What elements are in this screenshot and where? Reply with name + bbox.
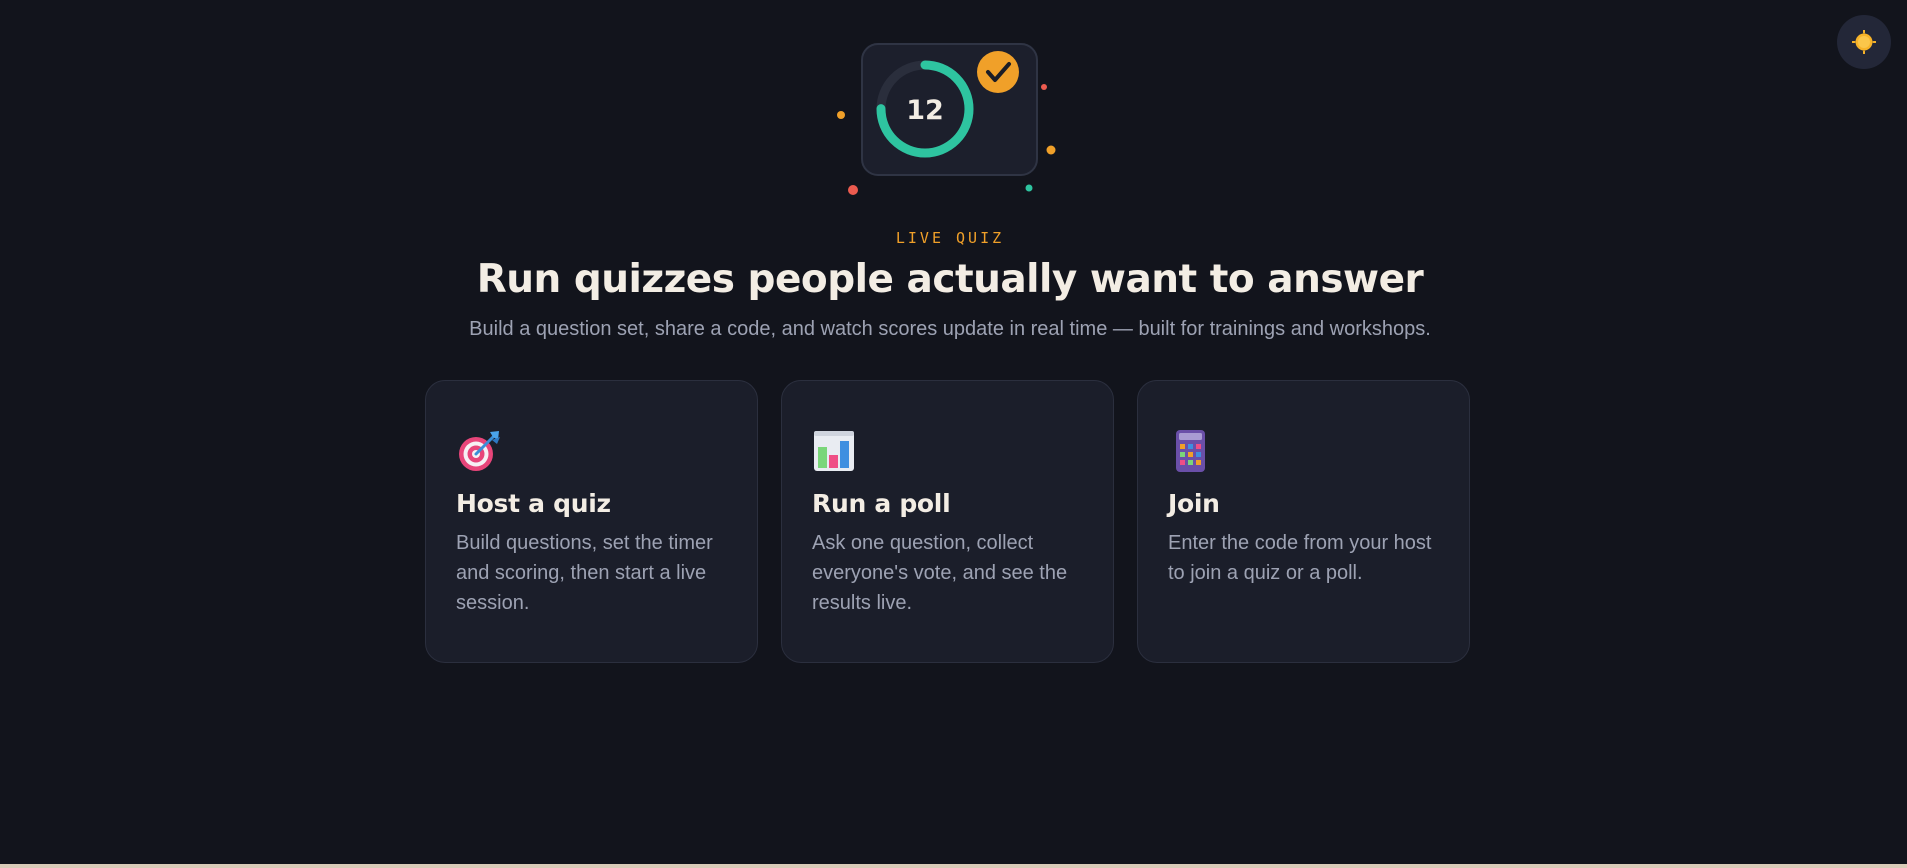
card-description: Build questions, set the timer and scori… xyxy=(456,532,713,614)
card-description: Enter the code from your host to join a … xyxy=(1168,532,1432,584)
hero-illustration: 12 xyxy=(0,0,1907,200)
join-card[interactable]: Join Enter the code from your host to jo… xyxy=(1137,380,1470,663)
landing-page: 12 LIVE QUIZ Run quizzes people actually… xyxy=(0,0,1907,868)
confetti-dot xyxy=(1041,84,1047,90)
eyebrow-label: LIVE QUIZ xyxy=(895,229,1005,247)
confetti-dot xyxy=(1025,184,1033,192)
card-title: Join xyxy=(1168,489,1220,518)
run-poll-card[interactable]: Run a poll Ask one question, collect eve… xyxy=(781,380,1114,663)
target-icon xyxy=(459,431,500,471)
page-title: Run quizzes people actually want to answ… xyxy=(476,257,1424,302)
keypad-icon xyxy=(1176,430,1205,472)
confetti-dot xyxy=(1046,145,1056,155)
card-description: Ask one question, collect everyone's vot… xyxy=(812,532,1068,614)
confetti-dot xyxy=(848,185,858,195)
bar-chart-icon xyxy=(814,431,854,471)
host-quiz-card[interactable]: Host a quiz Build questions, set the tim… xyxy=(425,380,758,663)
confetti-dot xyxy=(837,111,845,119)
card-title: Host a quiz xyxy=(456,489,611,518)
timer-value: 12 xyxy=(906,95,944,126)
bottom-divider xyxy=(0,864,1907,868)
check-badge-icon xyxy=(977,51,1019,93)
card-title: Run a poll xyxy=(812,489,951,518)
action-cards: Host a quiz Build questions, set the tim… xyxy=(425,380,1470,663)
page-subtitle: Build a question set, share a code, and … xyxy=(469,318,1431,340)
